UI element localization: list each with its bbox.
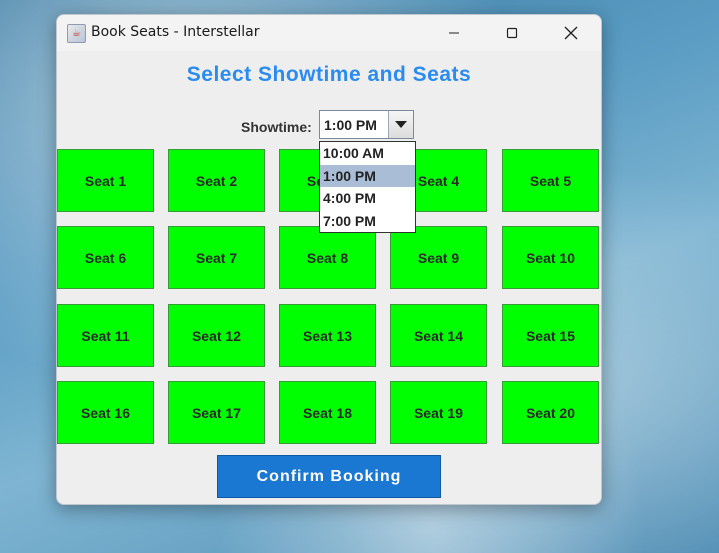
showtime-combobox[interactable]: 1:00 PM (319, 110, 414, 139)
maximize-icon (506, 27, 518, 39)
booking-window: ☕ Book Seats - Interstellar Select Showt… (56, 14, 602, 505)
seat-button[interactable]: Seat 2 (168, 149, 265, 212)
minimize-icon (449, 32, 459, 34)
seat-button[interactable]: Seat 7 (168, 226, 265, 289)
seat-button[interactable]: Seat 15 (502, 304, 599, 367)
chevron-down-icon (395, 120, 407, 128)
maximize-button[interactable] (489, 15, 535, 51)
page-heading: Select Showtime and Seats (186, 63, 472, 86)
showtime-dropdown-list: 10:00 AM 1:00 PM 4:00 PM 7:00 PM (319, 141, 416, 233)
title-bar[interactable]: ☕ Book Seats - Interstellar (57, 15, 601, 51)
seat-button[interactable]: Seat 5 (502, 149, 599, 212)
seat-button[interactable]: Seat 6 (57, 226, 154, 289)
close-icon (564, 26, 578, 40)
seat-button[interactable]: Seat 1 (57, 149, 154, 212)
seat-button[interactable]: Seat 17 (168, 381, 265, 444)
seat-button[interactable]: Seat 18 (279, 381, 376, 444)
seat-button[interactable]: Seat 10 (502, 226, 599, 289)
seat-button[interactable]: Seat 20 (502, 381, 599, 444)
seat-button[interactable]: Seat 19 (390, 381, 487, 444)
showtime-option[interactable]: 7:00 PM (320, 210, 415, 233)
combo-dropdown-button[interactable] (388, 111, 413, 138)
seat-button[interactable]: Seat 14 (390, 304, 487, 367)
java-cup-icon: ☕ (67, 24, 86, 43)
seat-button[interactable]: Seat 11 (57, 304, 154, 367)
window-title: Book Seats - Interstellar (91, 24, 260, 40)
showtime-label: Showtime: (241, 119, 312, 135)
showtime-option[interactable]: 10:00 AM (320, 142, 415, 165)
showtime-selected-value: 1:00 PM (324, 117, 377, 133)
close-button[interactable] (548, 15, 594, 51)
seat-button[interactable]: Seat 16 (57, 381, 154, 444)
seat-button[interactable]: Seat 8 (279, 226, 376, 289)
seat-button[interactable]: Seat 9 (390, 226, 487, 289)
confirm-booking-button[interactable]: Confirm Booking (217, 455, 441, 498)
seat-button[interactable]: Seat 13 (279, 304, 376, 367)
showtime-option[interactable]: 1:00 PM (320, 164, 415, 187)
showtime-option[interactable]: 4:00 PM (320, 187, 415, 210)
seat-button[interactable]: Seat 12 (168, 304, 265, 367)
minimize-button[interactable] (431, 15, 477, 51)
